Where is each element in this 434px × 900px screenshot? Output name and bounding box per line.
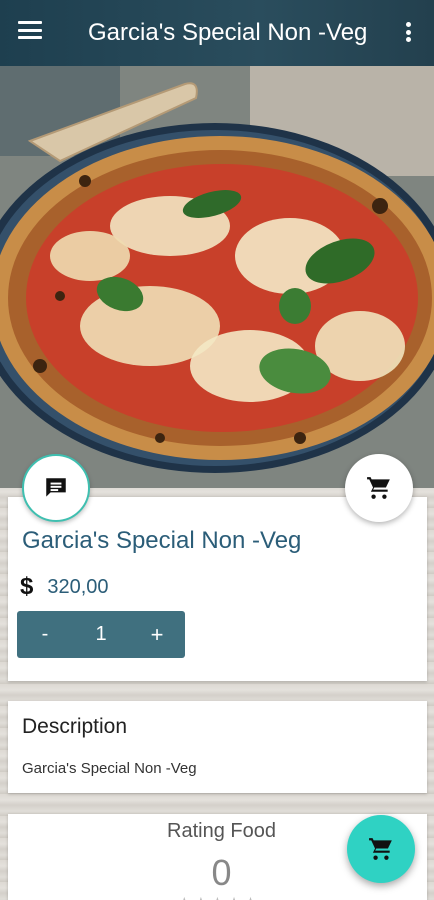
star-icon[interactable]: ★: [244, 894, 257, 900]
quantity-value: 1: [95, 623, 107, 645]
product-card: Garcia's Special Non -Veg $ 320,00 - 1 +: [8, 497, 427, 681]
currency-symbol: $: [20, 573, 34, 600]
hamburger-menu-icon[interactable]: [18, 21, 44, 43]
star-icon[interactable]: ★: [211, 894, 224, 900]
more-vert-icon[interactable]: [400, 22, 416, 46]
quantity-stepper: - 1 +: [17, 611, 185, 658]
product-price: 320,00: [47, 575, 109, 598]
product-image: [0, 66, 434, 488]
price-row: $ 320,00: [20, 573, 109, 601]
rating-stars[interactable]: ★ ★ ★ ★ ★: [178, 894, 257, 900]
star-icon[interactable]: ★: [228, 894, 241, 900]
cart-icon: [369, 838, 392, 860]
description-card: Description Garcia's Special Non -Veg: [8, 701, 427, 793]
add-to-cart-button[interactable]: [345, 454, 413, 522]
decrease-quantity-button[interactable]: -: [17, 623, 73, 646]
view-cart-button[interactable]: [347, 815, 415, 883]
star-icon[interactable]: ★: [178, 894, 191, 900]
page-title: Garcia's Special Non -Veg: [88, 19, 368, 46]
app-bar: Garcia's Special Non -Veg: [0, 0, 434, 66]
product-name: Garcia's Special Non -Veg: [22, 527, 302, 554]
description-text: Garcia's Special Non -Veg: [22, 760, 197, 777]
cart-icon: [367, 477, 390, 499]
chat-icon: [46, 478, 66, 497]
increase-quantity-button[interactable]: +: [129, 622, 185, 648]
star-icon[interactable]: ★: [195, 894, 208, 900]
description-title: Description: [22, 715, 128, 738]
chat-button[interactable]: [22, 454, 90, 522]
